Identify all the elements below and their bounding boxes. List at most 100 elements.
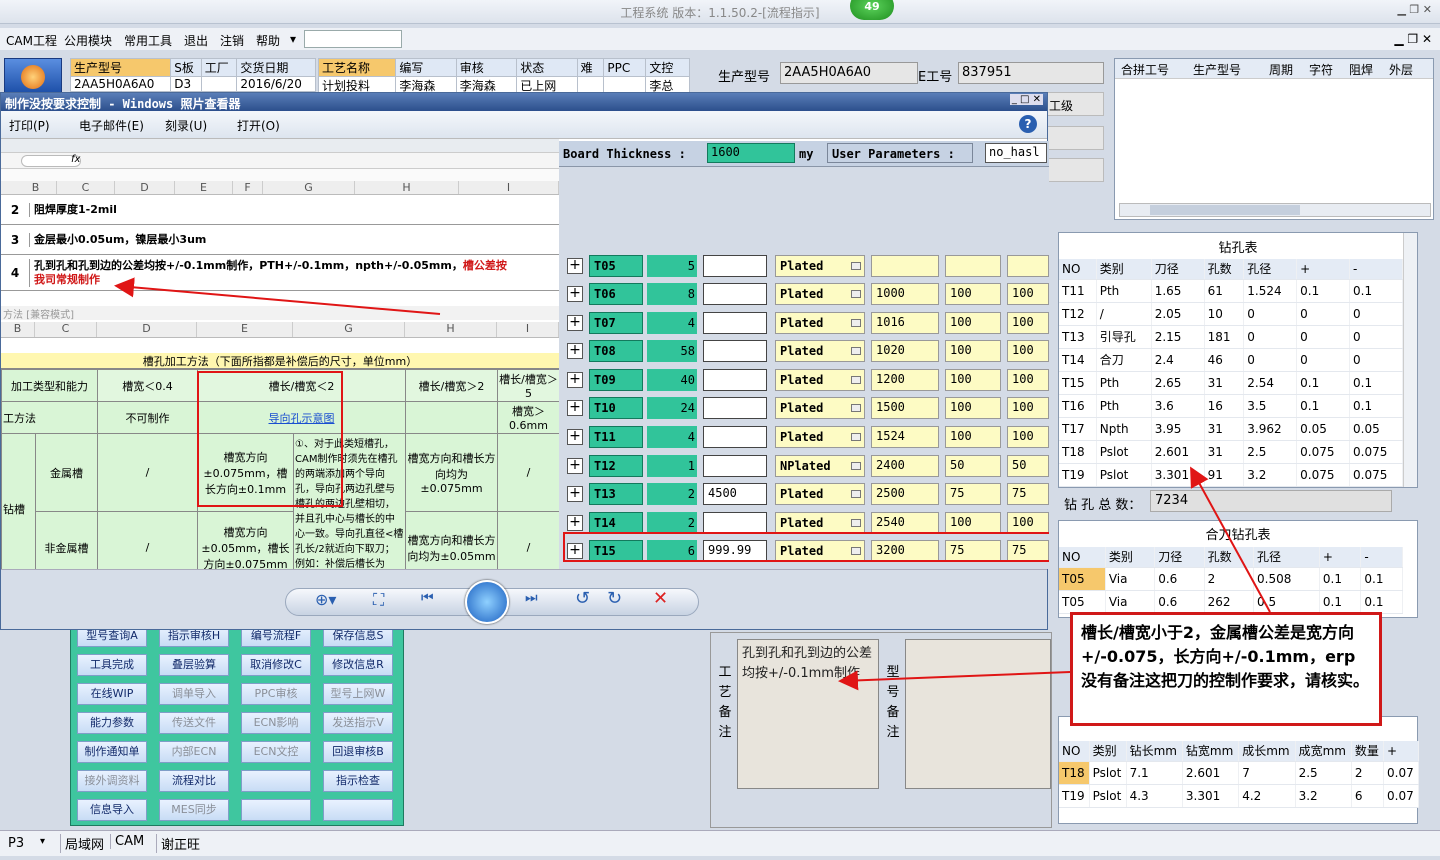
help-icon[interactable]: ?: [1019, 115, 1037, 133]
grid-header[interactable]: 状态: [516, 58, 578, 77]
tool-value-input[interactable]: [703, 340, 767, 363]
table-row[interactable]: T18 Pslot 2.601 31 2.5 0.075 0.075: [1059, 440, 1403, 464]
tool-size-input[interactable]: 1500: [871, 397, 939, 420]
tool-minus-input[interactable]: [1007, 255, 1049, 277]
action-button[interactable]: 修改信息R: [323, 654, 393, 676]
col-header[interactable]: -: [1360, 547, 1403, 568]
expand-icon[interactable]: +: [567, 486, 583, 503]
tool-value-input[interactable]: [703, 454, 767, 477]
info-field[interactable]: [1046, 158, 1104, 182]
drill-total-field[interactable]: 7234: [1150, 490, 1392, 512]
window-controls[interactable]: ▁ ❐ ✕: [1397, 3, 1432, 16]
dropdown-icon[interactable]: [851, 262, 861, 270]
grid-cell[interactable]: 2016/6/20: [236, 76, 316, 92]
dropdown-icon[interactable]: [851, 318, 861, 327]
zoom-icon[interactable]: ⊕▾: [315, 590, 336, 609]
action-button[interactable]: 工具完成: [77, 654, 147, 676]
tool-value-input[interactable]: [703, 511, 767, 534]
action-button[interactable]: [241, 770, 311, 792]
col-header[interactable]: +: [1383, 741, 1419, 762]
dropdown-icon[interactable]: [851, 290, 861, 298]
dropdown-icon[interactable]: [851, 433, 861, 441]
tool-size-input[interactable]: 1200: [871, 368, 939, 391]
col-header[interactable]: NO: [1059, 741, 1090, 762]
table-row[interactable]: T13 引导孔 2.15 181 0 0 0: [1059, 325, 1403, 349]
tool-plus-input[interactable]: 100: [945, 397, 1001, 420]
col-header[interactable]: NO: [1059, 547, 1106, 568]
dropdown-icon[interactable]: [851, 347, 861, 356]
tool-plus-input[interactable]: 100: [945, 340, 1001, 363]
col-header[interactable]: 刀径: [1151, 259, 1205, 280]
expand-icon[interactable]: +: [567, 258, 583, 274]
table-row[interactable]: T12/2.05 10 0 0 0: [1059, 302, 1403, 326]
col-header[interactable]: 孔数: [1204, 259, 1245, 280]
tool-size-input[interactable]: [871, 255, 939, 277]
action-button[interactable]: ECN文控: [241, 741, 311, 763]
email-menu[interactable]: 电子邮件(E): [79, 117, 144, 134]
action-button[interactable]: 在线WIP: [77, 683, 147, 705]
viewer-window-controls[interactable]: _ □ ✕: [1009, 94, 1043, 105]
grid-cell[interactable]: [200, 76, 238, 92]
tool-value-input[interactable]: [703, 255, 767, 277]
col-header[interactable]: 类别: [1096, 259, 1152, 280]
table-row[interactable]: T15 Pth 2.65 31 2.54 0.1 0.1: [1059, 371, 1403, 395]
plating-select[interactable]: Plated: [775, 483, 865, 506]
tool-minus-input[interactable]: 100: [1007, 511, 1049, 534]
col-header[interactable]: 刀径: [1154, 547, 1205, 568]
tool-size-input[interactable]: 1000: [871, 283, 939, 305]
table-row[interactable]: T14 合刀 2.4 46 0 0 0: [1059, 348, 1403, 372]
col-header[interactable]: NO: [1059, 259, 1097, 280]
grid-header[interactable]: 交货日期: [236, 58, 316, 77]
action-button[interactable]: 指示检查: [323, 770, 393, 792]
action-button[interactable]: 型号上网W: [323, 683, 393, 705]
menu-tools[interactable]: 常用工具: [124, 32, 172, 49]
action-button[interactable]: 调单导入: [159, 683, 229, 705]
tool-size-input[interactable]: 1020: [871, 340, 939, 363]
burn-menu[interactable]: 刻录(U): [165, 117, 207, 134]
col-header[interactable]: 钻宽mm: [1182, 741, 1240, 762]
menu-logout[interactable]: 注销: [220, 32, 244, 49]
menu-help[interactable]: 帮助: [256, 32, 280, 49]
tool-minus-input[interactable]: 75: [1007, 483, 1049, 506]
previous-icon[interactable]: ⏮: [421, 590, 434, 606]
plating-select[interactable]: Plated: [775, 283, 865, 305]
tool-minus-input[interactable]: 50: [1007, 454, 1049, 477]
expand-icon[interactable]: +: [567, 286, 583, 302]
grid-header[interactable]: PPC: [603, 58, 647, 77]
tool-value-input[interactable]: [703, 397, 767, 420]
grid-header[interactable]: 外层: [1385, 59, 1425, 78]
plating-select[interactable]: Plated: [775, 511, 865, 534]
plating-select[interactable]: Plated: [775, 255, 865, 277]
plating-select[interactable]: NPlated: [775, 454, 865, 477]
fit-window-icon[interactable]: ⛶: [373, 590, 384, 610]
plating-select[interactable]: Plated: [775, 397, 865, 420]
tool-size-input[interactable]: 2400: [871, 454, 939, 477]
action-button[interactable]: 能力参数: [77, 712, 147, 734]
col-header[interactable]: 孔数: [1204, 547, 1255, 568]
next-icon[interactable]: ⏭: [525, 590, 538, 606]
tool-minus-input[interactable]: 100: [1007, 397, 1049, 420]
status-page[interactable]: P3: [8, 836, 24, 851]
tool-plus-input[interactable]: 100: [945, 368, 1001, 391]
mdi-controls[interactable]: ▁ ❐ ✕: [1394, 32, 1432, 46]
grid-header[interactable]: 合拼工号: [1115, 59, 1187, 78]
expand-icon[interactable]: +: [567, 343, 583, 360]
info-field[interactable]: [1046, 126, 1104, 150]
col-header[interactable]: 孔径: [1243, 259, 1298, 280]
expand-icon[interactable]: +: [567, 400, 583, 417]
tool-size-input[interactable]: 2540: [871, 511, 939, 534]
action-button[interactable]: ECN影响: [241, 712, 311, 734]
tool-minus-input[interactable]: 100: [1007, 340, 1049, 363]
grid-header[interactable]: 审核: [455, 58, 518, 77]
action-button[interactable]: MES同步: [159, 799, 229, 821]
col-header[interactable]: 类别: [1105, 547, 1156, 568]
action-button[interactable]: 发送指示V: [323, 712, 393, 734]
expand-icon[interactable]: +: [567, 371, 583, 388]
home-button[interactable]: [4, 58, 62, 94]
col-header[interactable]: 孔径: [1253, 547, 1320, 568]
tool-plus-input[interactable]: 50: [945, 454, 1001, 477]
dropdown-icon[interactable]: [851, 461, 861, 470]
rotate-left-icon[interactable]: ↺: [575, 588, 590, 609]
expand-icon[interactable]: +: [567, 514, 583, 531]
expand-icon[interactable]: +: [567, 429, 583, 445]
